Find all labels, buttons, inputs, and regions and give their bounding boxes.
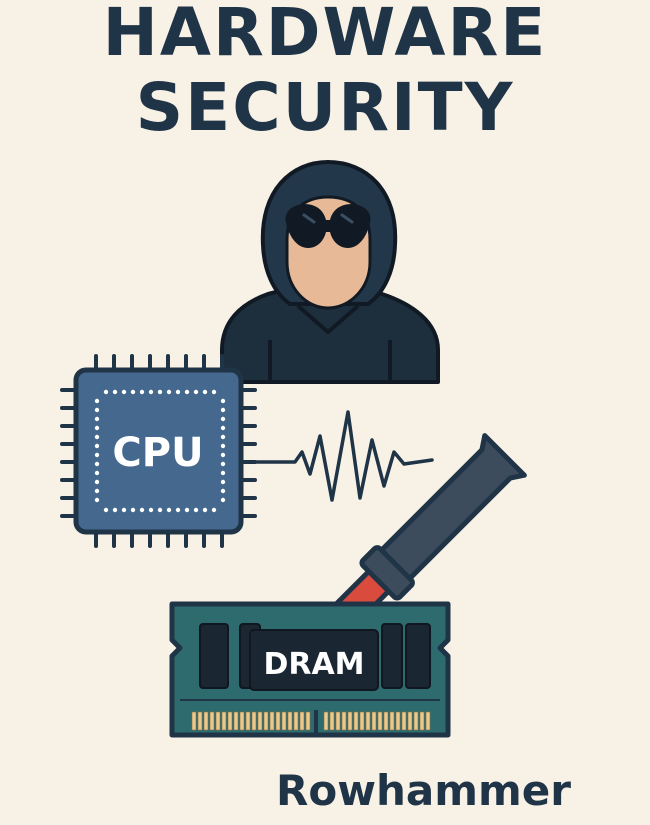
dram-label: DRAM <box>263 647 364 682</box>
cpu-label: CPU <box>112 430 203 476</box>
signal-wave-icon <box>239 410 434 502</box>
illustration: CPU DRAM <box>60 159 527 738</box>
hooded-hacker-icon <box>220 159 440 384</box>
caption-rowhammer: Rowhammer <box>276 766 571 815</box>
